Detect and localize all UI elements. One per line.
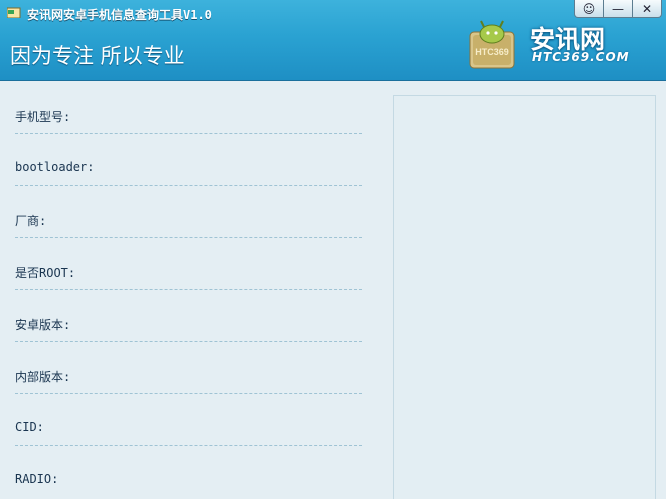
field-model: 手机型号: [0, 81, 380, 134]
field-label: 厂商: [15, 214, 47, 228]
feedback-icon: ☺ [582, 1, 596, 16]
field-manufacturer: 厂商: [0, 185, 380, 238]
field-label: 手机型号: [15, 110, 71, 124]
window-title: 安讯网安卓手机信息查询工具V1.0 [27, 8, 212, 22]
info-fields: 手机型号: bootloader: 厂商: 是否ROOT: 安卓版本: 内部版本… [0, 81, 380, 497]
field-label: RADIO: [15, 472, 59, 486]
close-icon: ✕ [641, 1, 653, 16]
header-banner: 安讯网安卓手机信息查询工具V1.0 因为专注 所以专业 ☺ — ✕ HTC369… [0, 0, 666, 81]
result-panel [393, 95, 656, 499]
minimize-icon: — [612, 1, 624, 16]
close-button[interactable]: ✕ [632, 0, 662, 18]
logo-url: HTC369.COM [532, 50, 630, 64]
window-controls: ☺ — ✕ [574, 0, 662, 18]
field-android-version: 安卓版本: [0, 289, 380, 342]
logo-badge-text: HTC369 [475, 47, 509, 57]
field-root: 是否ROOT: [0, 237, 380, 290]
app-icon [7, 7, 21, 18]
minimize-button[interactable]: — [603, 0, 633, 18]
field-radio: RADIO: [0, 445, 380, 497]
android-logo-icon: HTC369 [469, 20, 515, 69]
field-build-number: 内部版本: [0, 341, 380, 394]
field-label: bootloader: [15, 160, 95, 174]
field-bootloader: bootloader: [0, 133, 380, 186]
app-window: 安讯网安卓手机信息查询工具V1.0 因为专注 所以专业 ☺ — ✕ HTC369… [0, 0, 666, 499]
field-cid: CID: [0, 393, 380, 446]
field-label: 内部版本: [15, 370, 71, 384]
field-label: 安卓版本: [15, 318, 71, 332]
field-label: CID: [15, 420, 44, 434]
slogan: 因为专注 所以专业 [10, 44, 185, 68]
feedback-button[interactable]: ☺ [574, 0, 604, 18]
field-label: 是否ROOT: [15, 266, 76, 280]
